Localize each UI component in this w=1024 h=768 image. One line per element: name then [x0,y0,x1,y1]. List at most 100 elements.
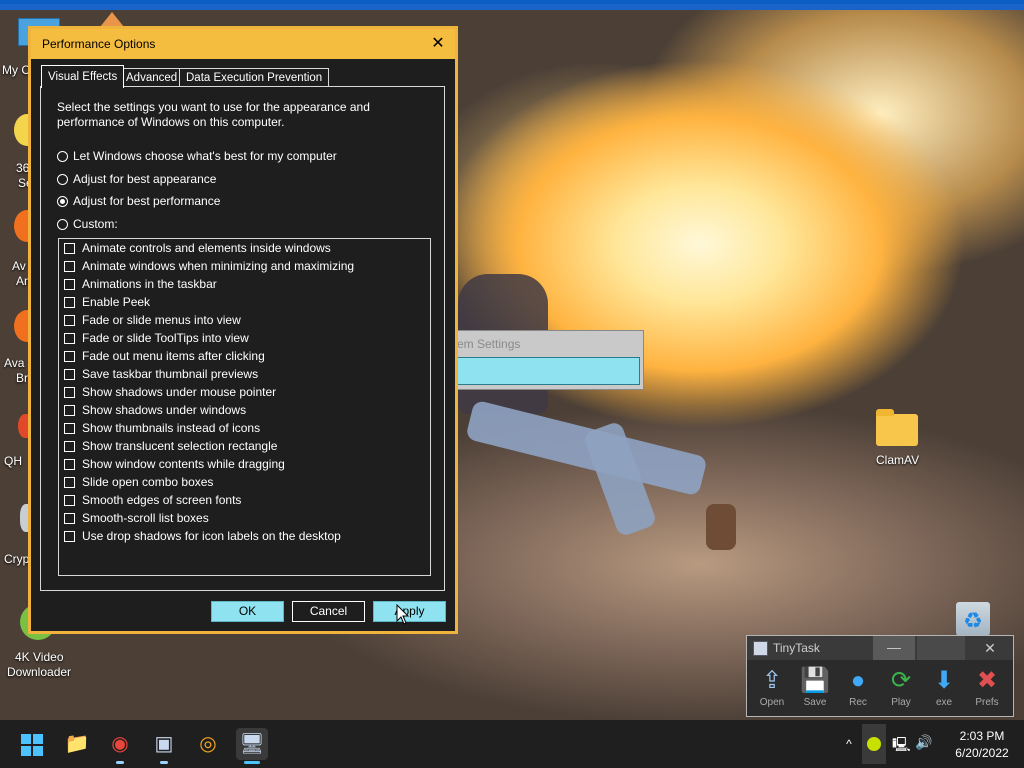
effect-enable-peek[interactable]: Enable Peek [64,294,150,310]
effect-pointer-shadows[interactable]: Show shadows under mouse pointer [64,384,276,400]
effect-fade-tooltips[interactable]: Fade or slide ToolTips into view [64,330,249,346]
tinytask-save-button[interactable]: 💾 Save [796,665,834,713]
effect-icon-label-shadows[interactable]: Use drop shadows for icon labels on the … [64,528,341,544]
checkbox[interactable] [64,404,75,416]
ok-button[interactable]: OK [211,601,284,622]
desktop-icon-clamav[interactable]: ClamAV [874,408,920,468]
checkbox[interactable] [64,350,75,362]
tab-visual-effects[interactable]: Visual Effects [41,65,125,88]
clock-date[interactable]: 6/20/2022 [946,746,1018,760]
checkbox[interactable] [64,314,75,326]
effect-taskbar-animations[interactable]: Animations in the taskbar [64,276,217,292]
effect-smooth-fonts[interactable]: Smooth edges of screen fonts [64,492,241,508]
cancel-button[interactable]: Cancel [292,601,365,622]
radio-label: Custom: [73,217,118,231]
checkbox[interactable] [64,386,75,398]
effect-animate-controls[interactable]: Animate controls and elements inside win… [64,240,331,256]
desktop-icon-label: Cryp [4,552,30,566]
desktop-icon-label: Ava [4,356,25,370]
visual-effects-list[interactable]: Animate controls and elements inside win… [58,238,431,576]
taskbar-chrome[interactable]: ◉ [104,728,136,764]
radio-best-performance[interactable]: Adjust for best performance [57,193,220,209]
tray-app-button[interactable] [862,724,886,764]
radio-let-windows-choose[interactable]: Let Windows choose what's best for my co… [57,148,337,164]
clock-time[interactable]: 2:03 PM [946,729,1018,743]
tinytask-button-label: Play [891,697,911,708]
radio-button[interactable] [57,173,68,185]
effect-show-thumbnails[interactable]: Show thumbnails instead of icons [64,420,260,436]
checkbox[interactable] [64,476,75,488]
windows-logo-icon [33,746,43,756]
checkbox[interactable] [64,422,75,434]
radio-button-selected[interactable] [57,195,68,207]
avast-secure-browser-icon: ◎ [199,733,217,755]
close-icon: ✕ [984,640,996,656]
checkbox-label: Animate windows when minimizing and maxi… [82,259,355,273]
prefs-icon: ✖ [976,667,998,694]
checkbox[interactable] [64,530,75,542]
tinytask-play-button[interactable]: ⟳ Play [882,665,920,713]
tinytask-title: TinyTask [773,641,820,655]
minimize-button[interactable]: — [873,636,915,660]
checkbox[interactable] [64,494,75,506]
effect-contents-while-dragging[interactable]: Show window contents while dragging [64,456,285,472]
radio-label: Let Windows choose what's best for my co… [73,149,337,163]
chrome-icon: ◉ [111,733,129,755]
tinytask-compile-button[interactable]: ⬇ exe [925,665,963,713]
system-settings-app-icon: ▣ [154,733,174,755]
radio-button[interactable] [57,218,68,230]
effect-thumbnail-previews[interactable]: Save taskbar thumbnail previews [64,366,258,382]
desktop-icon-sublabel: Downloader [7,665,72,679]
tinytask-close-button[interactable]: ✕ [967,636,1013,660]
taskbar-file-explorer[interactable]: 📁 [61,728,93,760]
checkbox[interactable] [64,278,75,290]
tab-data-execution-prevention[interactable]: Data Execution Prevention [179,68,330,87]
desktop-icon-label: Av [12,259,26,273]
active-indicator [244,761,260,764]
radio-best-appearance[interactable]: Adjust for best appearance [57,171,216,187]
show-hidden-icons-button[interactable]: ^ [838,728,860,760]
network-icon[interactable]: 🖳 [892,734,911,752]
system-settings-window[interactable]: em Settings [452,330,644,390]
minimize-icon: — [887,639,901,655]
desktop-icon-label: QH [4,454,22,468]
effect-translucent-selection[interactable]: Show translucent selection rectangle [64,438,277,454]
checkbox[interactable] [64,242,75,254]
effect-slide-combo-boxes[interactable]: Slide open combo boxes [64,474,213,490]
checkbox[interactable] [64,260,75,272]
effect-fade-menu-items[interactable]: Fade out menu items after clicking [64,348,265,364]
close-icon: ✕ [431,35,445,52]
start-button[interactable] [21,734,43,756]
maximize-button[interactable] [917,636,965,660]
checkbox[interactable] [64,296,75,308]
effect-animate-windows[interactable]: Animate windows when minimizing and maxi… [64,258,354,274]
desktop-icon-label: ClamAV [876,453,920,467]
dialog-titlebar[interactable]: Performance Options ✕ [31,29,455,59]
effect-smooth-scroll[interactable]: Smooth-scroll list boxes [64,510,209,526]
checkbox[interactable] [64,440,75,452]
effect-fade-menus[interactable]: Fade or slide menus into view [64,312,241,328]
tinytask-record-button[interactable]: ● Rec [839,665,877,713]
record-icon: ● [850,667,866,694]
checkbox[interactable] [64,458,75,470]
volume-icon[interactable]: 🔊 [915,734,933,752]
close-button[interactable]: ✕ [427,33,449,55]
checkbox[interactable] [64,332,75,344]
radio-custom[interactable]: Custom: [57,216,118,232]
wallpaper-person-boot [706,504,736,550]
tinytask-prefs-button[interactable]: ✖ Prefs [968,665,1006,713]
checkbox[interactable] [64,368,75,380]
tinytask-button-label: Rec [849,697,867,708]
taskbar-performance-options[interactable]: 🖥 [236,728,268,764]
taskbar-system-settings[interactable]: ▣ [148,728,180,764]
tab-advanced[interactable]: Advanced [119,68,185,87]
radio-button[interactable] [57,150,68,162]
checkbox-label: Show translucent selection rectangle [82,439,278,453]
tinytask-open-button[interactable]: ⇪ Open [753,665,791,713]
taskbar-avast-secure-browser[interactable]: ◎ [192,728,224,760]
effect-window-shadows[interactable]: Show shadows under windows [64,402,246,418]
dialog-title: Performance Options [42,37,156,51]
checkbox-label: Fade out menu items after clicking [82,349,265,363]
checkbox[interactable] [64,512,75,524]
tinytask-titlebar[interactable]: TinyTask — ✕ [747,636,1013,660]
